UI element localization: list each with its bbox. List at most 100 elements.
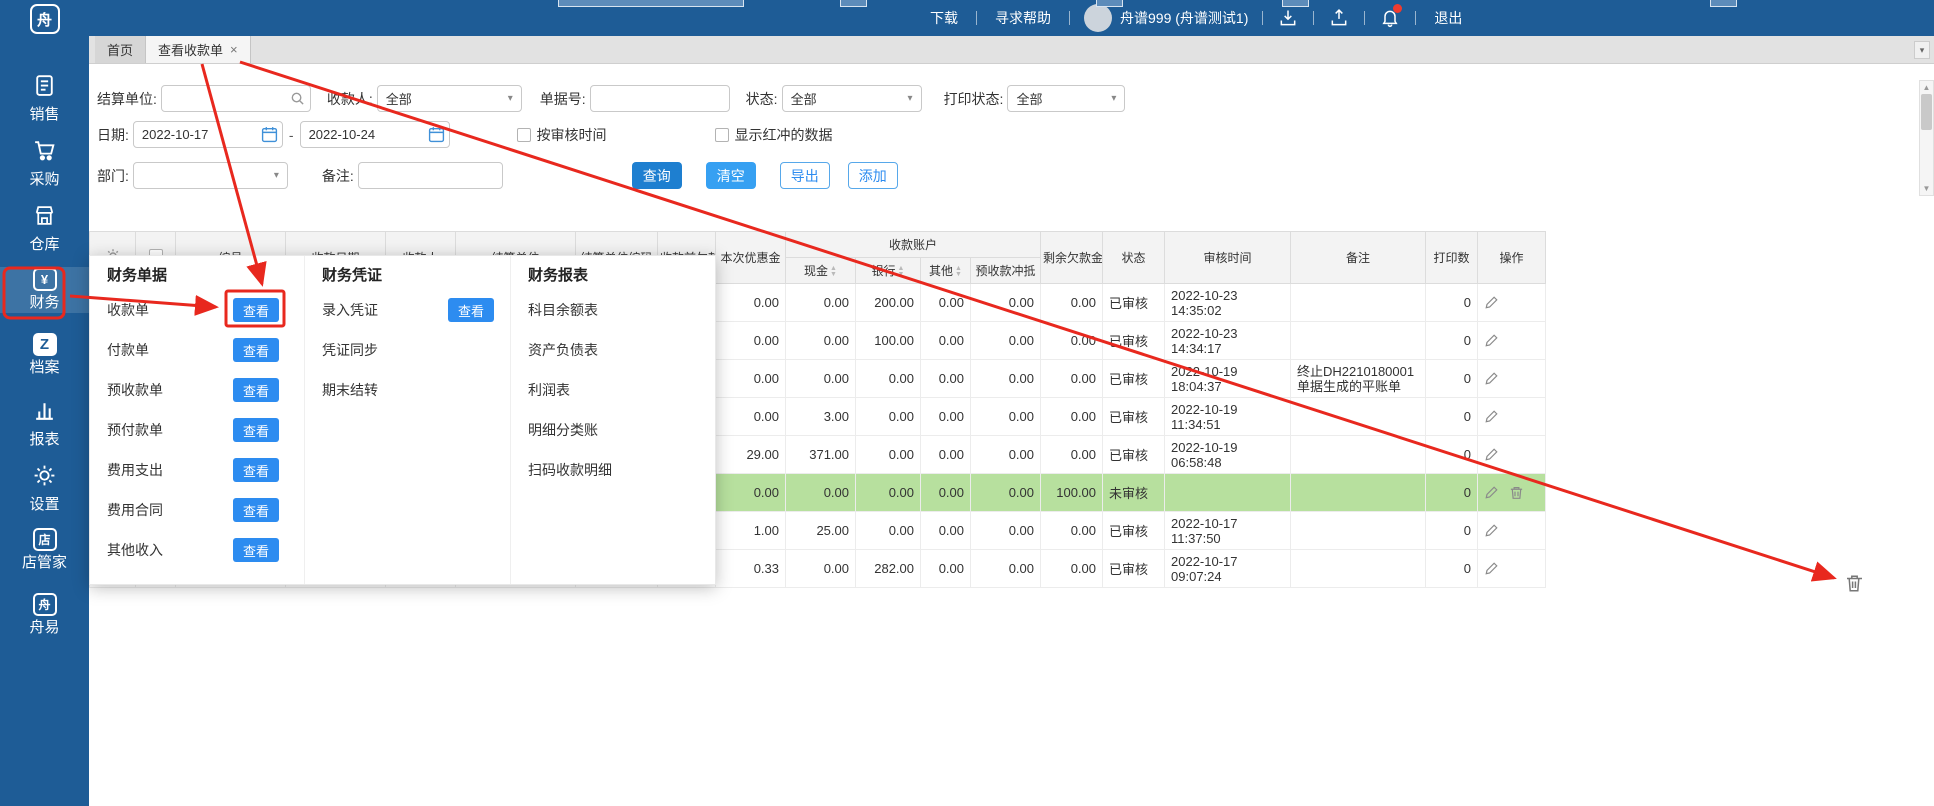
edit-icon[interactable] <box>1484 485 1499 500</box>
top-edge-artifact <box>840 0 867 7</box>
gear-icon <box>32 463 57 493</box>
cell-bank: 0.00 <box>856 436 921 474</box>
help-link[interactable]: 寻求帮助 <box>985 8 1061 28</box>
scrollbar-thumb[interactable] <box>1921 94 1932 130</box>
cell-status: 已审核 <box>1103 360 1165 398</box>
topbar: 下载 寻求帮助 舟谱999 (舟谱测试1) 退出 <box>0 0 1934 36</box>
cell-prints: 0 <box>1426 284 1478 322</box>
payee-select[interactable]: 全部 ▾ <box>377 85 522 112</box>
cell-cash: 371.00 <box>786 436 856 474</box>
print-status-select[interactable]: 全部 ▾ <box>1007 85 1125 112</box>
header-remaining: 剩余欠款金 <box>1041 232 1103 284</box>
sidebar-item-purchase[interactable]: 采购 <box>0 137 89 183</box>
dept-select[interactable]: ▾ <box>133 162 288 189</box>
cell-cash: 3.00 <box>786 398 856 436</box>
cell-advance-offset: 0.00 <box>971 436 1041 474</box>
edit-icon[interactable] <box>1484 523 1499 538</box>
tab-home[interactable]: 首页 <box>95 36 146 63</box>
filter-row-1: 结算单位: 收款人: 全部 ▾ 单据号: 状态: 全部 ▾ 打印状态: <box>89 85 1934 112</box>
divider <box>1415 11 1416 25</box>
archive-icon: Z <box>33 333 57 356</box>
tab-list-dropdown[interactable]: ▾ <box>1914 41 1930 59</box>
scrollbar[interactable]: ▲ ▼ <box>1919 80 1934 196</box>
divider <box>1262 11 1263 25</box>
dept-label: 部门: <box>97 166 129 186</box>
edit-icon[interactable] <box>1484 409 1499 424</box>
doc-no-input[interactable] <box>590 85 730 112</box>
by-audit-time-checkbox[interactable]: 按审核时间 <box>517 125 607 145</box>
cell-status: 已审核 <box>1103 284 1165 322</box>
show-red-checkbox[interactable]: 显示红冲的数据 <box>715 125 833 145</box>
cell-actions <box>1478 322 1546 360</box>
calendar-icon[interactable] <box>261 126 278 146</box>
sidebar-item-finance[interactable]: ¥ 财务 <box>0 267 89 313</box>
cell-prints: 0 <box>1426 436 1478 474</box>
sidebar-item-reports[interactable]: 报表 <box>0 397 89 443</box>
tab-view-receipt[interactable]: 查看收款单 × <box>146 36 251 63</box>
header-cash[interactable]: 现金▲▼ <box>786 258 856 284</box>
edit-icon[interactable] <box>1484 447 1499 462</box>
finance-reports-section: 财务报表 科目余额表 资产负债表 利润表 明细分类账 扫码收款明细 <box>510 256 715 584</box>
cell-discount: 29.00 <box>716 436 786 474</box>
view-button[interactable]: 查看 <box>233 298 279 322</box>
checkbox-icon[interactable] <box>715 128 729 142</box>
add-button[interactable]: 添加 <box>848 162 898 189</box>
sidebar-item-archive[interactable]: Z 档案 <box>0 332 89 378</box>
avatar[interactable] <box>1084 4 1112 32</box>
sort-icon[interactable]: ▲▼ <box>955 266 962 278</box>
logout-link[interactable]: 退出 <box>1424 8 1472 28</box>
upload-icon[interactable] <box>1322 8 1356 28</box>
scroll-up-icon[interactable]: ▲ <box>1923 81 1931 94</box>
remark-input[interactable] <box>358 162 503 189</box>
calendar-icon[interactable] <box>428 126 445 146</box>
download-icon[interactable] <box>1271 8 1305 28</box>
sort-icon[interactable]: ▲▼ <box>898 266 905 278</box>
query-button[interactable]: 查询 <box>632 162 682 189</box>
view-button[interactable]: 查看 <box>233 498 279 522</box>
settle-unit-input[interactable] <box>161 85 311 112</box>
sidebar-item-zhouyi[interactable]: 舟 舟易 <box>0 592 89 638</box>
sort-icon[interactable]: ▲▼ <box>830 266 837 278</box>
view-button[interactable]: 查看 <box>233 538 279 562</box>
view-button[interactable]: 查看 <box>233 458 279 482</box>
app-logo-icon[interactable]: 舟 <box>30 4 60 34</box>
cell-other: 0.00 <box>921 550 971 588</box>
sidebar-item-warehouse[interactable]: 仓库 <box>0 202 89 248</box>
cell-remark <box>1291 474 1426 512</box>
download-link[interactable]: 下载 <box>920 8 968 28</box>
view-button[interactable]: 查看 <box>233 418 279 442</box>
filter-row-2: 日期: - 按审核时间 显示红冲的数据 <box>89 121 1934 148</box>
edit-icon[interactable] <box>1484 371 1499 386</box>
view-button[interactable]: 查看 <box>233 338 279 362</box>
edit-icon[interactable] <box>1484 561 1499 576</box>
scroll-down-icon[interactable]: ▼ <box>1923 182 1931 195</box>
view-button[interactable]: 查看 <box>233 378 279 402</box>
header-status: 状态 <box>1103 232 1165 284</box>
bell-icon[interactable] <box>1373 8 1407 28</box>
header-actions: 操作 <box>1478 232 1546 284</box>
search-icon[interactable] <box>290 91 305 109</box>
sidebar-item-settings[interactable]: 设置 <box>0 462 89 508</box>
sidebar-item-sales[interactable]: 销售 <box>0 72 89 118</box>
header-bank[interactable]: 银行▲▼ <box>856 258 921 284</box>
cell-actions <box>1478 436 1546 474</box>
username[interactable]: 舟谱999 (舟谱测试1) <box>1120 8 1254 28</box>
sidebar: 舟 销售 采购 仓库 ¥ 财务 Z 档案 <box>0 0 89 806</box>
status-select[interactable]: 全部 ▾ <box>782 85 922 112</box>
export-button[interactable]: 导出 <box>780 162 830 189</box>
edit-icon[interactable] <box>1484 333 1499 348</box>
cell-cash: 25.00 <box>786 512 856 550</box>
view-button[interactable]: 查看 <box>448 298 494 322</box>
cell-cash: 0.00 <box>786 550 856 588</box>
table-header-row: 编号 收款日期 收款人 结算单位 结算单位编码 收款前欠款 本次优惠金 收款账户… <box>90 232 1546 258</box>
delete-icon[interactable] <box>1509 485 1524 500</box>
edit-icon[interactable] <box>1484 295 1499 310</box>
checkbox-icon[interactable] <box>517 128 531 142</box>
sidebar-item-store-manager[interactable]: 店 店管家 <box>0 527 89 573</box>
clear-button[interactable]: 清空 <box>706 162 756 189</box>
finance-vouchers-section: 财务凭证 录入凭证 查看 凭证同步 期末结转 <box>304 256 510 584</box>
header-advance-offset[interactable]: 预收款冲抵 <box>971 258 1041 284</box>
close-icon[interactable]: × <box>230 42 238 57</box>
top-edge-artifact <box>1282 0 1309 7</box>
header-other[interactable]: 其他▲▼ <box>921 258 971 284</box>
